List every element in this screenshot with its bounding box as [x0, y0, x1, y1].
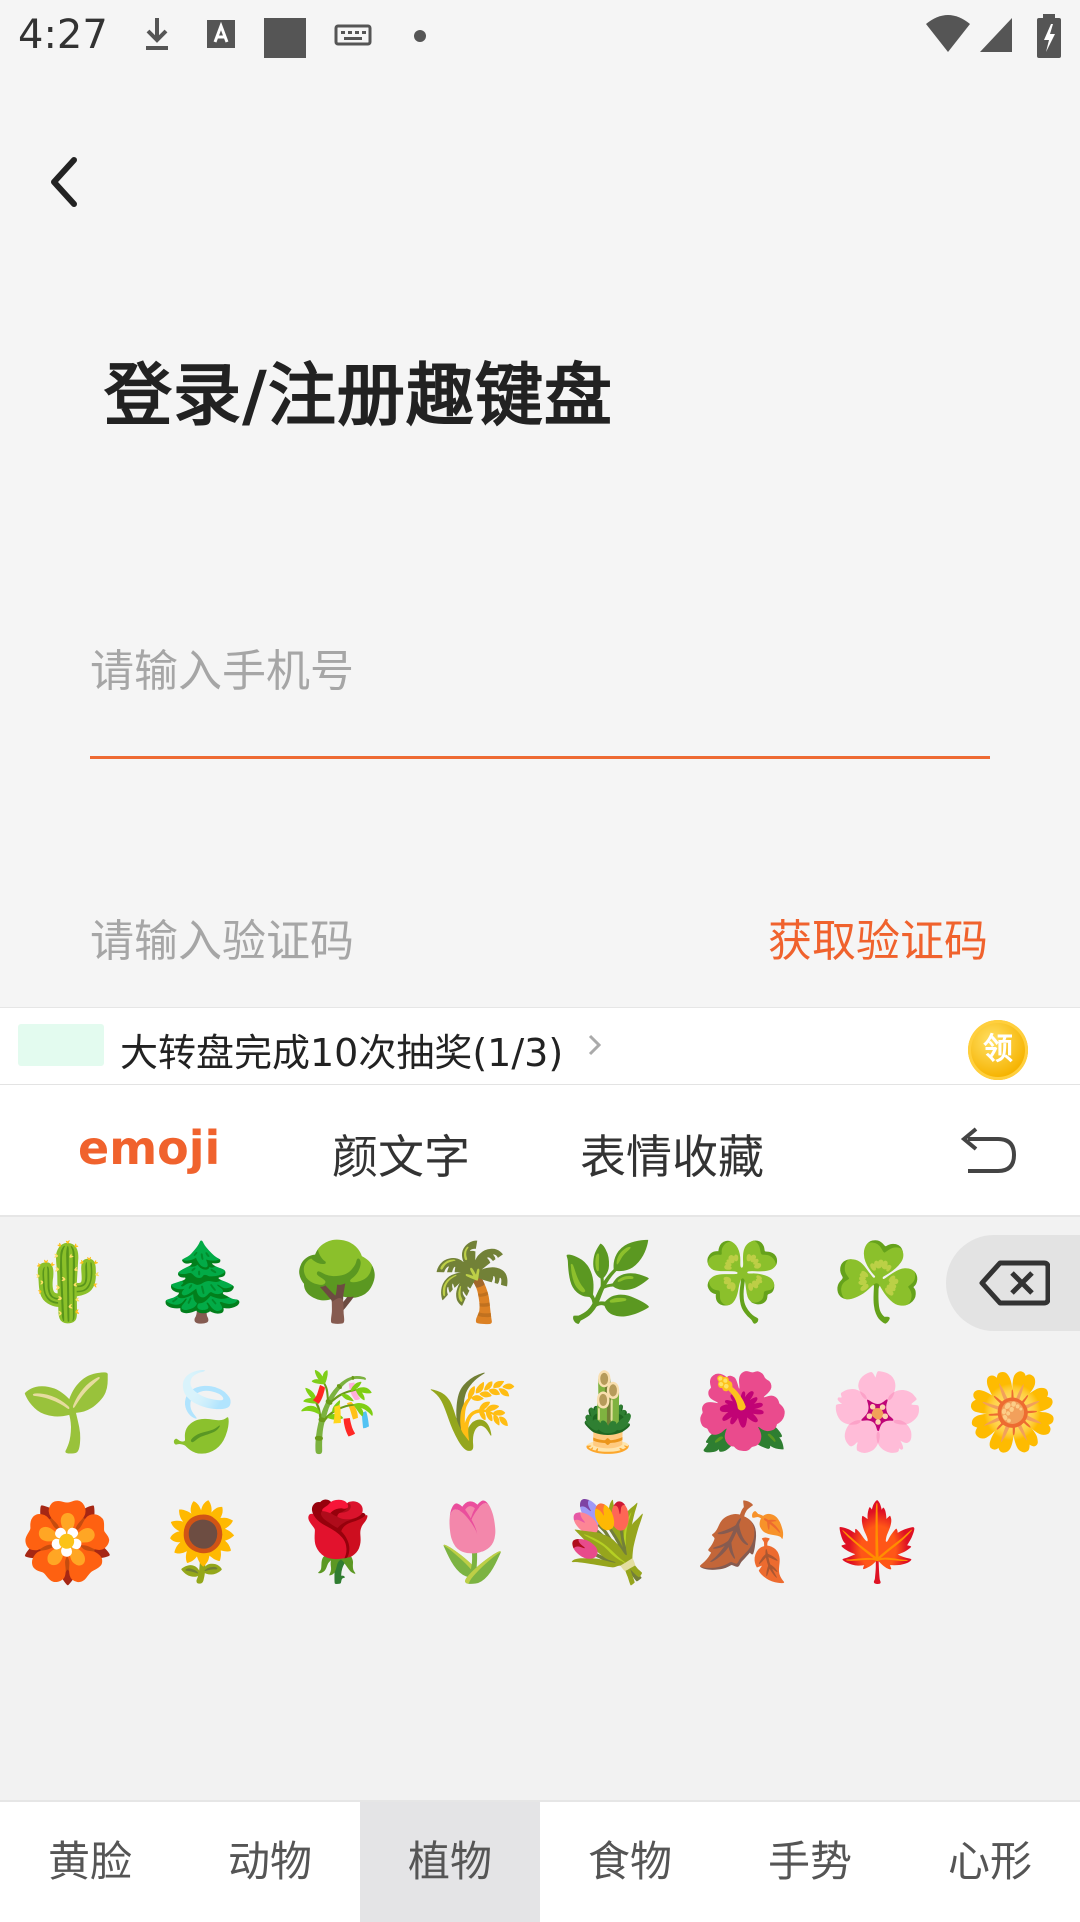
category-food[interactable]: 食物 [540, 1802, 720, 1922]
emoji-rice-sheaf[interactable]: 🌾 [405, 1347, 540, 1477]
emoji-palm-tree[interactable]: 🌴 [405, 1217, 540, 1347]
emoji-pine-decoration[interactable]: 🎍 [540, 1347, 675, 1477]
emoji-tulip[interactable]: 🌷 [405, 1477, 540, 1607]
emoji-bouquet[interactable]: 💐 [540, 1477, 675, 1607]
category-animals[interactable]: 动物 [180, 1802, 360, 1922]
emoji-hibiscus[interactable]: 🌺 [675, 1347, 810, 1477]
emoji-tanabata-tree[interactable]: 🎋 [270, 1347, 405, 1477]
chevron-right-icon [588, 1034, 602, 1056]
font-a-icon [207, 20, 235, 48]
emoji-deciduous-tree[interactable]: 🌳 [270, 1217, 405, 1347]
signal-icon [980, 18, 1012, 52]
category-gestures[interactable]: 手势 [720, 1802, 900, 1922]
keyboard-icon [334, 24, 372, 46]
phone-input-underline [90, 756, 990, 759]
emoji-fallen-leaf[interactable]: 🍂 [675, 1477, 810, 1607]
promo-banner[interactable]: 大转盘完成10次抽奖(1/3) 领 [0, 1007, 1080, 1086]
phone-input[interactable]: 请输入手机号 [90, 636, 990, 708]
tab-emoji[interactable]: emoji [78, 1121, 220, 1175]
download-icon [146, 18, 168, 50]
emoji-sunflower[interactable]: 🌻 [135, 1477, 270, 1607]
category-faces[interactable]: 黄脸 [0, 1802, 180, 1922]
emoji-category-bar: 黄脸 动物 植物 食物 手势 心形 [0, 1800, 1080, 1922]
wifi-icon [926, 15, 970, 52]
emoji-maple-leaf[interactable]: 🍁 [810, 1477, 945, 1607]
emoji-herb[interactable]: 🌿 [540, 1217, 675, 1347]
category-hearts[interactable]: 心形 [900, 1802, 1080, 1922]
emoji-blossom[interactable]: 🌼 [945, 1347, 1080, 1477]
emoji-four-leaf-clover[interactable]: 🍀 [675, 1217, 810, 1347]
page-title: 登录/注册趣键盘 [104, 357, 613, 436]
category-plants[interactable]: 植物 [360, 1802, 540, 1922]
status-time: 4:27 [18, 12, 108, 58]
square-icon [264, 18, 306, 58]
battery-charging-icon [1037, 14, 1061, 58]
emoji-cactus[interactable]: 🌵 [0, 1217, 135, 1347]
emoji-rosette[interactable]: 🏵️ [0, 1477, 135, 1607]
keyboard-tab-bar: emoji 颜文字 表情收藏 [0, 1085, 1080, 1217]
tab-kaomoji[interactable]: 颜文字 [332, 1121, 470, 1187]
delete-button[interactable] [946, 1235, 1080, 1331]
status-bar: 4:27 [0, 0, 1080, 72]
coin-claim-button[interactable]: 领 [968, 1020, 1028, 1080]
emoji-shamrock[interactable]: ☘️ [810, 1217, 945, 1347]
undo-arrow-icon[interactable] [954, 1125, 1020, 1179]
get-code-button[interactable]: 获取验证码 [768, 906, 988, 978]
dot-icon [414, 30, 426, 42]
tab-favorite-stickers[interactable]: 表情收藏 [580, 1121, 764, 1187]
emoji-cherry-blossom[interactable]: 🌸 [810, 1347, 945, 1477]
promo-thumbnail [18, 1024, 104, 1066]
back-button[interactable] [40, 152, 88, 212]
emoji-rose[interactable]: 🌹 [270, 1477, 405, 1607]
emoji-leaf-in-wind[interactable]: 🍃 [135, 1347, 270, 1477]
emoji-seedling[interactable]: 🌱 [0, 1347, 135, 1477]
emoji-grid: 🌵 🌲 🌳 🌴 🌿 🍀 ☘️ 🌱 🍃 🎋 🌾 🎍 🌺 🌸 🌼 🏵️ 🌻 🌹 🌷 … [0, 1217, 1080, 1800]
promo-text: 大转盘完成10次抽奖(1/3) [120, 1031, 564, 1075]
emoji-evergreen-tree[interactable]: 🌲 [135, 1217, 270, 1347]
backspace-icon [979, 1260, 1050, 1306]
